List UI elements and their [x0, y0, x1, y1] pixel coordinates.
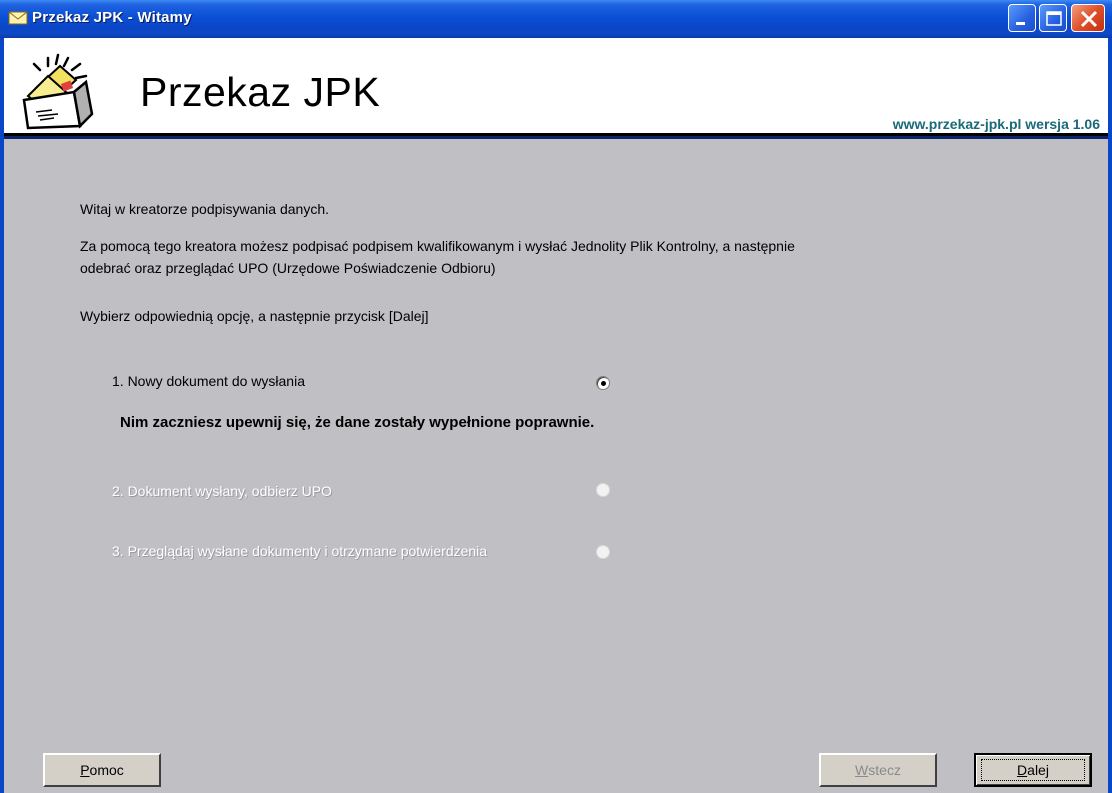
header-banner: Przekaz JPK www.przekaz-jpk.pl wersja 1.… [4, 38, 1108, 136]
close-icon [1080, 10, 1098, 28]
option-browse-documents-radio [596, 545, 610, 559]
title-bar[interactable]: Przekaz JPK - Witamy [0, 0, 1112, 38]
mail-logo-icon [22, 53, 94, 130]
window-title: Przekaz JPK - Witamy [32, 9, 192, 26]
option-browse-documents-label: 3. Przeglądaj wysłane dokumenty i otrzym… [112, 543, 488, 559]
minimize-icon [1016, 22, 1025, 25]
description-line-1: Za pomocą tego kreatora możesz podpisać … [80, 238, 795, 254]
minimize-button[interactable] [1008, 4, 1036, 32]
envelope-icon [8, 11, 28, 25]
website-version-link[interactable]: www.przekaz-jpk.pl wersja 1.06 [893, 116, 1100, 132]
option-receive-upo-radio [596, 483, 610, 497]
next-button[interactable]: Dalej [974, 753, 1092, 787]
option-new-document-label[interactable]: 1. Nowy dokument do wysłania [112, 373, 305, 389]
maximize-icon [1046, 11, 1062, 26]
app-window: Przekaz JPK - Witamy Przekaz JPK www.prz… [0, 0, 1112, 793]
instruction-text: Wybierz odpowiednią opcję, a następnie p… [80, 308, 429, 324]
help-button[interactable]: Pomoc [43, 753, 161, 787]
welcome-text: Witaj w kreatorze podpisywania danych. [80, 201, 330, 217]
wizard-content: Witaj w kreatorze podpisywania danych. Z… [4, 139, 1108, 793]
description-text: Za pomocą tego kreatora możesz podpisać … [80, 235, 795, 279]
warning-text: Nim zaczniesz upewnij się, że dane zosta… [120, 414, 595, 431]
option-receive-upo-label: 2. Dokument wysłany, odbierz UPO [112, 483, 332, 499]
close-button[interactable] [1071, 4, 1105, 32]
maximize-button[interactable] [1039, 4, 1067, 32]
option-new-document-radio[interactable] [596, 376, 610, 390]
back-button: Wstecz [819, 753, 937, 787]
app-title: Przekaz JPK [140, 69, 381, 115]
description-line-2: odebrać oraz przeglądać UPO (Urzędowe Po… [80, 260, 496, 276]
window-frame-right [1108, 38, 1112, 793]
